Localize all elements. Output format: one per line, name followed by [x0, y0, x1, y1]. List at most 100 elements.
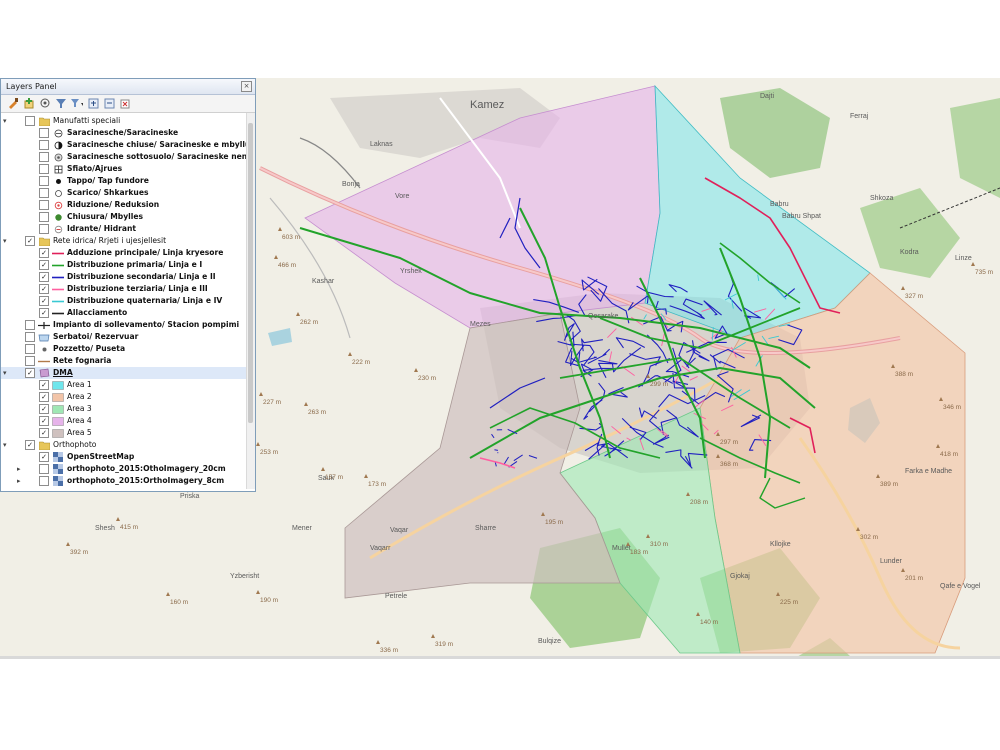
layer-row[interactable]: ✓ Area 2 — [1, 391, 247, 403]
layer-row[interactable]: Sfiato/Ajrues — [1, 163, 247, 175]
line-pink-icon — [52, 283, 64, 295]
layer-visibility-checkbox[interactable] — [39, 140, 49, 150]
swatch-area1-icon — [52, 379, 64, 391]
layer-row[interactable]: Idrante/ Hidrant — [1, 223, 247, 235]
layer-row[interactable]: ✓ Area 1 — [1, 379, 247, 391]
map-horizontal-scrollbar[interactable] — [0, 656, 1000, 659]
layer-row[interactable]: Impianto di sollevamento/ Stacion pompim… — [1, 319, 247, 331]
elevation-label: 195 m — [545, 519, 563, 526]
layer-row[interactable]: ✓ Distribuzione primaria/ Linja e I — [1, 259, 247, 271]
layer-visibility-checkbox[interactable]: ✓ — [39, 428, 49, 438]
layer-visibility-checkbox[interactable]: ✓ — [39, 296, 49, 306]
layer-visibility-checkbox[interactable] — [39, 128, 49, 138]
layer-row[interactable]: Saracinesche/Saracineske — [1, 127, 247, 139]
layer-tree-scrollbar[interactable] — [246, 113, 255, 489]
close-panel-button[interactable]: × — [241, 81, 252, 92]
elevation-label: 160 m — [170, 599, 188, 606]
layer-visibility-checkbox[interactable] — [39, 164, 49, 174]
layer-row[interactable]: Saracinesche chiuse/ Saracineske e mbyll… — [1, 139, 254, 151]
layer-visibility-checkbox[interactable] — [39, 224, 49, 234]
layer-row[interactable]: Scarico/ Shkarkues — [1, 187, 247, 199]
layer-visibility-checkbox[interactable]: ✓ — [39, 404, 49, 414]
layer-visibility-checkbox[interactable] — [39, 476, 49, 486]
line-red-icon — [52, 247, 64, 259]
expand-all-icon[interactable] — [87, 98, 99, 110]
layer-visibility-checkbox[interactable]: ✓ — [25, 236, 35, 246]
elevation-label: 310 m — [650, 541, 668, 548]
collapse-all-icon[interactable] — [103, 98, 115, 110]
remove-icon[interactable] — [119, 98, 131, 110]
layer-visibility-checkbox[interactable]: ✓ — [39, 284, 49, 294]
layer-row[interactable]: ✓ Area 3 — [1, 403, 247, 415]
layer-visibility-checkbox[interactable]: ✓ — [39, 308, 49, 318]
layer-row[interactable]: ▾ Manufatti speciali — [1, 115, 247, 127]
layer-row[interactable]: ✓ Distribuzione quaternaria/ Linja e IV — [1, 295, 247, 307]
layer-visibility-checkbox[interactable]: ✓ — [39, 272, 49, 282]
layer-visibility-checkbox[interactable] — [25, 356, 35, 366]
layer-row[interactable]: ▾ ✓ DMA — [1, 367, 247, 379]
layer-label: Serbatoi/ Rezervuar — [53, 332, 139, 341]
swatch-area3-icon — [52, 403, 64, 415]
layer-row[interactable]: Rete fognaria — [1, 355, 247, 367]
layer-row[interactable]: Saracinesche sottosuolo/ Saracineske nen… — [1, 151, 255, 163]
layer-row[interactable]: ▸ orthophoto_2015:OrthoImagery_8cm — [1, 475, 247, 487]
layer-visibility-checkbox[interactable] — [39, 176, 49, 186]
collapse-arrow-icon[interactable]: ▾ — [3, 236, 11, 246]
layer-row[interactable]: ▸ orthophoto_2015:OthoImagery_20cm — [1, 463, 247, 475]
manhole-icon — [38, 343, 50, 355]
layer-label: Sfiato/Ajrues — [67, 164, 123, 173]
collapse-arrow-icon[interactable]: ▾ — [3, 368, 11, 378]
layer-row[interactable]: ✓ Area 4 — [1, 415, 247, 427]
elevation-label: 208 m — [690, 499, 708, 506]
layer-row[interactable]: ▾ ✓ Rete idrica/ Rrjeti i ujesjellesit — [1, 235, 247, 247]
layer-visibility-checkbox[interactable] — [25, 320, 35, 330]
layer-visibility-checkbox[interactable]: ✓ — [39, 260, 49, 270]
scrollbar-thumb[interactable] — [248, 123, 253, 423]
layer-row[interactable]: Pozzetto/ Puseta — [1, 343, 247, 355]
layer-row[interactable]: Chiusura/ Mbylles — [1, 211, 247, 223]
layer-label: Saracinesche sottosuolo/ Saracineske nen… — [67, 152, 255, 161]
elevation-label: 389 m — [880, 481, 898, 488]
layer-row[interactable]: ✓ Distribuzione terziaria/ Linja e III — [1, 283, 247, 295]
collapse-arrow-icon[interactable]: ▾ — [3, 440, 11, 450]
collapse-arrow-icon[interactable]: ▾ — [3, 116, 11, 126]
layer-label: Riduzione/ Reduksion — [67, 200, 160, 209]
layer-row[interactable]: Tappo/ Tap fundore — [1, 175, 247, 187]
swatch-area4-icon — [52, 415, 64, 427]
place-label: Kodra — [900, 249, 919, 256]
layer-visibility-checkbox[interactable] — [39, 188, 49, 198]
layer-visibility-checkbox[interactable] — [39, 152, 49, 162]
layer-visibility-checkbox[interactable]: ✓ — [25, 440, 35, 450]
layer-visibility-checkbox[interactable]: ✓ — [39, 416, 49, 426]
layer-visibility-checkbox[interactable] — [39, 464, 49, 474]
filter-icon[interactable] — [55, 98, 67, 110]
layer-row[interactable]: Riduzione/ Reduksion — [1, 199, 247, 211]
place-label: Shesh — [95, 525, 115, 532]
layer-row[interactable]: ✓ Adduzione principale/ Linja kryesore — [1, 247, 247, 259]
layer-row[interactable]: ✓ OpenStreetMap — [1, 451, 247, 463]
add-group-icon[interactable] — [23, 98, 35, 110]
expand-arrow-icon[interactable]: ▸ — [17, 476, 25, 486]
layer-visibility-checkbox[interactable]: ✓ — [25, 368, 35, 378]
layer-visibility-checkbox[interactable] — [39, 200, 49, 210]
expand-arrow-icon[interactable]: ▸ — [17, 464, 25, 474]
manage-icon[interactable] — [39, 98, 51, 110]
layer-row[interactable]: ▾ ✓ Orthophoto — [1, 439, 247, 451]
filter-legend-icon[interactable] — [71, 98, 83, 110]
layer-visibility-checkbox[interactable]: ✓ — [39, 392, 49, 402]
layer-row[interactable]: Serbatoi/ Rezervuar — [1, 331, 247, 343]
layer-visibility-checkbox[interactable] — [25, 116, 35, 126]
layer-label: Pozzetto/ Puseta — [53, 344, 126, 353]
paint-icon[interactable] — [7, 98, 19, 110]
layer-visibility-checkbox[interactable]: ✓ — [39, 248, 49, 258]
layer-visibility-checkbox[interactable]: ✓ — [39, 452, 49, 462]
elevation-label: 336 m — [380, 647, 398, 654]
layer-row[interactable]: ✓ Area 5 — [1, 427, 247, 439]
layer-visibility-checkbox[interactable]: ✓ — [39, 380, 49, 390]
layer-visibility-checkbox[interactable] — [39, 212, 49, 222]
layer-label: Distribuzione quaternaria/ Linja e IV — [67, 296, 223, 305]
layer-row[interactable]: ✓ Allacciamento — [1, 307, 247, 319]
layer-row[interactable]: ✓ Distribuzione secondaria/ Linja e II — [1, 271, 247, 283]
layer-visibility-checkbox[interactable] — [25, 332, 35, 342]
layer-visibility-checkbox[interactable] — [25, 344, 35, 354]
